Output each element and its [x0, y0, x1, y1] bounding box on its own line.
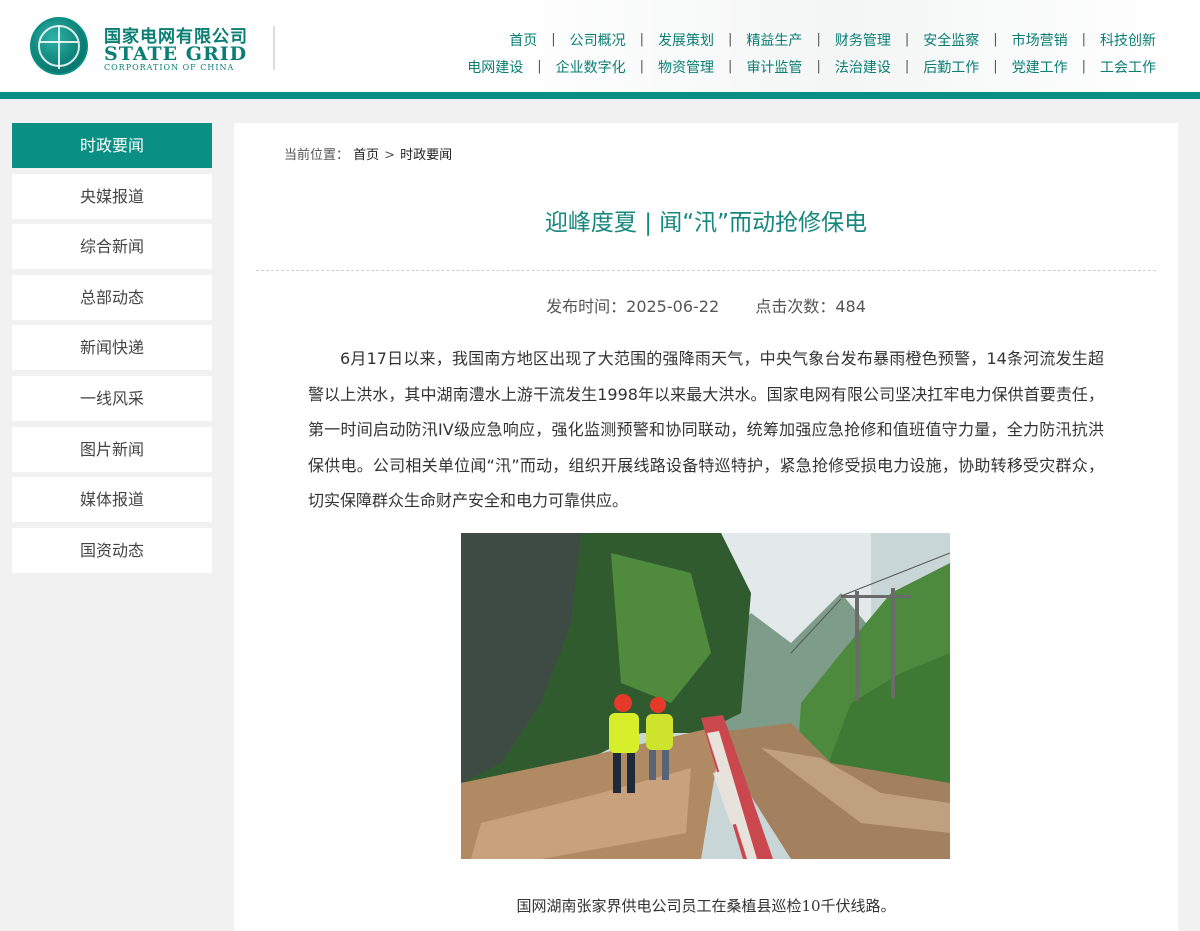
hits-count: 484 — [835, 297, 866, 316]
logo-subtitle: CORPORATION OF CHINA — [104, 63, 235, 72]
nav-separator: | — [639, 32, 645, 47]
nav-item-lean-production[interactable]: 精益生产 — [746, 30, 802, 50]
nav-separator: | — [1081, 59, 1086, 74]
sidebar-item-central-media[interactable]: 央媒报道 — [12, 173, 212, 219]
site-logo[interactable]: 国家电网有限公司 STATE GRID CORPORATION OF CHINA — [30, 17, 250, 77]
nav-separator: | — [993, 59, 998, 74]
nav-item-audit[interactable]: 审计监管 — [746, 57, 802, 77]
nav-separator: | — [816, 59, 821, 74]
nav-item-marketing[interactable]: 市场营销 — [1012, 30, 1068, 50]
sidebar-item-media-reports[interactable]: 媒体报道 — [12, 477, 212, 523]
nav-separator: | — [904, 32, 910, 47]
breadcrumb-prefix: 当前位置： — [284, 148, 350, 163]
article-title: 迎峰度夏 | 闻“汛”而动抢修保电 — [544, 210, 868, 236]
header-divider — [273, 26, 275, 70]
article-paragraph: 6月17日以来，我国南方地区出现了大范围的强降雨天气，中央气象台发布暴雨橙色预警… — [308, 349, 1104, 510]
title-divider — [256, 270, 1156, 271]
sidebar-item-photo-news[interactable]: 图片新闻 — [12, 426, 212, 472]
header-accent-bar — [0, 92, 1200, 99]
sidebar-item-political-news[interactable]: 时政要闻 — [12, 123, 212, 168]
breadcrumb-current-link[interactable]: 时政要闻 — [400, 148, 452, 163]
publish-date: 2025-06-22 — [626, 297, 720, 316]
sidebar-item-sasac-updates[interactable]: 国资动态 — [12, 527, 212, 573]
nav-item-grid-construction[interactable]: 电网建设 — [467, 57, 523, 77]
nav-item-party-building[interactable]: 党建工作 — [1012, 57, 1068, 77]
nav-item-home[interactable]: 首页 — [509, 30, 537, 50]
nav-separator: | — [537, 59, 542, 74]
main-nav: 首页 | 公司概况 | 发展策划 | 精益生产 | 财务管理 | 安全监察 | … — [396, 26, 1156, 80]
nav-row-2: 电网建设 | 企业数字化 | 物资管理 | 审计监管 | 法治建设 | 后勤工作… — [396, 53, 1156, 80]
nav-item-materials[interactable]: 物资管理 — [658, 57, 714, 77]
nav-separator: | — [993, 32, 998, 47]
nav-separator: | — [728, 32, 733, 47]
article-panel: 当前位置： 首页 > 时政要闻 迎峰度夏 | 闻“汛”而动抢修保电 发布时间：202… — [234, 123, 1178, 931]
nav-separator: | — [639, 59, 645, 74]
logo-name-en: STATE GRID — [104, 43, 248, 65]
nav-row-1: 首页 | 公司概况 | 发展策划 | 精益生产 | 财务管理 | 安全监察 | … — [396, 26, 1156, 53]
hits-label: 点击次数： — [755, 297, 836, 316]
sidebar-item-general-news[interactable]: 综合新闻 — [12, 224, 212, 270]
sidebar: 时政要闻 央媒报道 综合新闻 总部动态 新闻快递 一线风采 图片新闻 媒体报道 … — [12, 123, 212, 578]
nav-item-logistics[interactable]: 后勤工作 — [923, 57, 979, 77]
sidebar-item-news-express[interactable]: 新闻快递 — [12, 325, 212, 371]
nav-item-digitalization[interactable]: 企业数字化 — [556, 57, 626, 77]
nav-item-innovation[interactable]: 科技创新 — [1100, 30, 1156, 50]
nav-item-company-overview[interactable]: 公司概况 — [570, 30, 626, 50]
breadcrumb: 当前位置： 首页 > 时政要闻 — [284, 144, 452, 163]
article-meta: 发布时间：2025-06-22 点击次数：484 — [234, 293, 1178, 317]
publish-label: 发布时间： — [546, 297, 627, 316]
sidebar-item-frontline[interactable]: 一线风采 — [12, 375, 212, 421]
nav-item-safety[interactable]: 安全监察 — [923, 30, 979, 50]
sidebar-item-hq-updates[interactable]: 总部动态 — [12, 274, 212, 320]
site-header: 国家电网有限公司 STATE GRID CORPORATION OF CHINA… — [0, 0, 1200, 92]
photo-caption: 国网湖南张家界供电公司员工在桑植县巡检10千伏线路。 — [516, 897, 896, 915]
nav-item-rule-of-law[interactable]: 法治建设 — [835, 57, 891, 77]
nav-separator: | — [904, 59, 910, 74]
nav-item-finance[interactable]: 财务管理 — [835, 30, 891, 50]
nav-item-development-planning[interactable]: 发展策划 — [658, 30, 714, 50]
nav-separator: | — [1081, 32, 1086, 47]
breadcrumb-home-link[interactable]: 首页 — [353, 148, 379, 163]
breadcrumb-separator: > — [384, 148, 396, 163]
nav-separator: | — [551, 32, 556, 47]
state-grid-emblem-icon — [30, 17, 88, 75]
nav-item-union[interactable]: 工会工作 — [1100, 57, 1156, 77]
article-photo — [461, 533, 950, 859]
nav-separator: | — [816, 32, 821, 47]
nav-separator: | — [728, 59, 733, 74]
